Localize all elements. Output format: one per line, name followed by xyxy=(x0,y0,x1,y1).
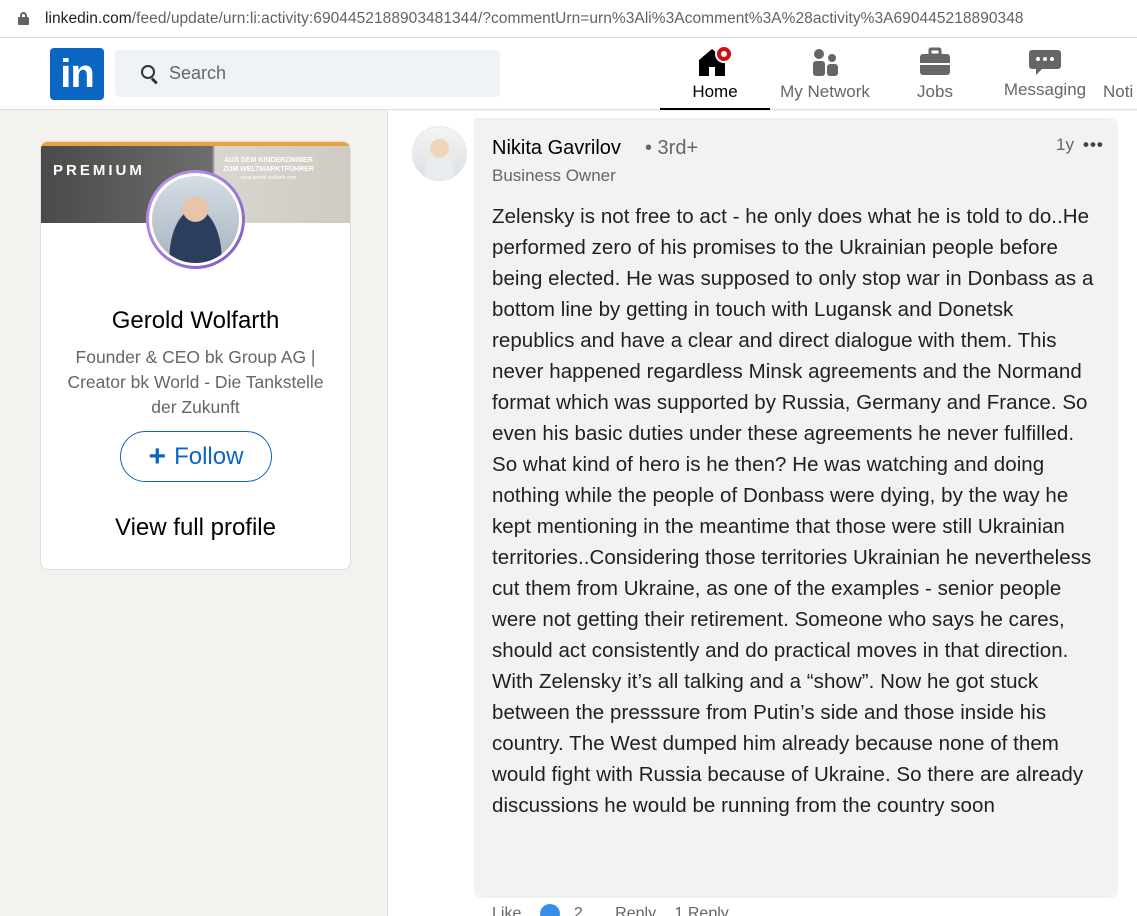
connection-degree: • 3rd+ xyxy=(645,137,699,159)
reply-button[interactable]: Reply xyxy=(615,905,656,916)
nav-jobs[interactable]: Jobs xyxy=(880,38,990,110)
premium-label: PREMIUM xyxy=(53,162,145,179)
comment-actions: Like 2 Reply 1 Reply xyxy=(492,904,743,916)
nav-home[interactable]: Home xyxy=(660,38,770,110)
reaction-count[interactable]: 2 xyxy=(539,904,597,916)
comment-timestamp: 1y xyxy=(1056,135,1074,154)
like-reaction-icon xyxy=(539,904,560,916)
commenter-avatar[interactable] xyxy=(412,126,467,181)
search-placeholder: Search xyxy=(169,63,227,83)
top-nav-bar: in Search Home My Network Jobs Messaging… xyxy=(0,38,1137,110)
comment-text: Zelensky is not free to act - he only do… xyxy=(492,205,1094,817)
search-icon xyxy=(141,64,159,84)
profile-avatar[interactable] xyxy=(146,170,245,269)
follow-label: Follow xyxy=(174,442,244,470)
people-icon xyxy=(813,49,838,76)
commenter-name[interactable]: Nikita Gavrilov xyxy=(492,137,621,160)
url-text[interactable]: linkedin.com/feed/update/urn:li:activity… xyxy=(45,10,1024,28)
cover-text-line-3: www.gerold-wolfarth.com xyxy=(240,175,297,181)
replies-count[interactable]: 1 Reply xyxy=(675,905,729,916)
home-icon xyxy=(699,46,733,76)
like-button[interactable]: Like xyxy=(492,905,521,916)
more-options-icon[interactable]: ••• xyxy=(1083,135,1104,155)
cover-text-line-1: AUS DEM KINDERZIMMER xyxy=(224,157,313,164)
follow-button[interactable]: + Follow xyxy=(120,431,272,482)
nav-my-network[interactable]: My Network xyxy=(770,38,880,110)
profile-name[interactable]: Gerold Wolfarth xyxy=(41,307,350,335)
linkedin-logo[interactable]: in xyxy=(50,48,104,100)
commenter-title: Business Owner xyxy=(492,166,616,185)
briefcase-icon xyxy=(920,47,950,75)
plus-icon: + xyxy=(148,439,167,473)
profile-headline: Founder & CEO bk Group AG | Creator bk W… xyxy=(67,347,324,417)
premium-strip xyxy=(41,142,350,146)
nav-notifications[interactable]: Noti xyxy=(1100,38,1137,110)
search-input[interactable]: Search xyxy=(115,50,500,97)
browser-url-bar[interactable]: linkedin.com/feed/update/urn:li:activity… xyxy=(0,0,1137,38)
profile-card: PREMIUM AUS DEM KINDERZIMMER ZUM WELTMAR… xyxy=(40,141,351,570)
cover-text-line-2: ZUM WELTMARKTFÜHRER xyxy=(223,166,314,173)
nav-messaging[interactable]: Messaging xyxy=(990,38,1100,110)
view-full-profile-link[interactable]: View full profile xyxy=(41,514,350,542)
lock-icon xyxy=(18,12,29,25)
message-icon xyxy=(1029,50,1061,75)
cover-text: AUS DEM KINDERZIMMER ZUM WELTMARKTFÜHRER… xyxy=(223,156,314,183)
